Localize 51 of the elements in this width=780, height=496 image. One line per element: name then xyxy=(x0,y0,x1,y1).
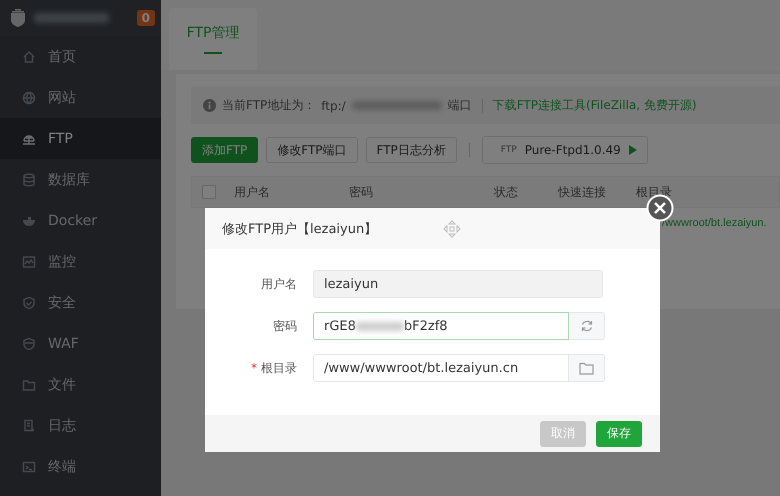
sidebar-item[interactable]: FTP xyxy=(0,118,161,159)
column-header: 用户名 xyxy=(234,184,271,200)
required-mark: * xyxy=(251,360,257,374)
house-icon xyxy=(22,50,36,64)
logo-icon xyxy=(10,9,26,27)
play-icon xyxy=(628,145,637,155)
chart-icon xyxy=(22,254,36,268)
folder-icon[interactable] xyxy=(569,354,605,382)
dialog-title: 修改FTP用户【lezaiyun】 xyxy=(222,220,378,238)
toolbar-button[interactable]: 修改FTP端口 xyxy=(266,137,358,163)
sidebar-item[interactable]: WAF xyxy=(0,323,161,364)
column-header: 状态 xyxy=(494,184,519,200)
database-icon xyxy=(22,172,36,186)
path-field[interactable]: /www/wwwroot/bt.lezaiyun.cn xyxy=(313,354,569,382)
shield-icon xyxy=(22,336,36,350)
info-text: 当前FTP地址为： xyxy=(222,97,316,114)
field-label: 根目录 xyxy=(261,360,297,374)
column-header: 密码 xyxy=(349,184,374,200)
move-icon[interactable] xyxy=(443,220,461,238)
sidebar-item[interactable]: 终端 xyxy=(0,446,161,487)
sidebar-item[interactable]: 安全 xyxy=(0,282,161,323)
field-label: 用户名 xyxy=(261,276,297,290)
shield-icon xyxy=(22,296,36,310)
sidebar-item[interactable]: 监控 xyxy=(0,241,161,282)
sidebar-item[interactable]: 首页 xyxy=(0,36,161,77)
terminal-icon xyxy=(22,460,36,474)
toolbar-button[interactable]: FTP日志分析 xyxy=(366,137,457,163)
save-button[interactable]: 保存 xyxy=(596,420,642,446)
info-icon xyxy=(203,99,216,112)
download-link[interactable]: 下载FTP连接工具(FileZilla, 免费开源) xyxy=(492,97,697,114)
root-path-link[interactable]: /wwwroot/bt.lezaiyun. xyxy=(662,217,767,229)
sidebar-item[interactable]: Docker xyxy=(0,200,161,241)
port-label: 端口 xyxy=(448,97,472,114)
folder-icon xyxy=(22,378,36,392)
password-field[interactable]: rGE8 bF2zf8 xyxy=(313,312,569,340)
toolbar-button[interactable]: 添加FTP xyxy=(191,137,258,163)
sidebar-item[interactable]: 数据库 xyxy=(0,159,161,200)
select-all-checkbox[interactable] xyxy=(202,185,216,199)
sidebar-item[interactable]: 日志 xyxy=(0,405,161,446)
sidebar-item[interactable]: 网站 xyxy=(0,77,161,118)
field-label: 密码 xyxy=(273,318,297,332)
globe-icon xyxy=(22,90,36,104)
column-header: 快速连接 xyxy=(558,184,607,200)
tab[interactable]: FTP管理 xyxy=(169,8,257,70)
notification-badge[interactable]: 0 xyxy=(136,10,155,26)
username-field[interactable]: lezaiyun xyxy=(313,270,603,298)
refresh-icon[interactable] xyxy=(569,312,605,340)
server-button[interactable]: FTP Pure-Ftpd1.0.49 xyxy=(482,136,648,164)
document-icon xyxy=(22,418,36,432)
sidebar-item[interactable]: 文件 xyxy=(0,364,161,405)
ftp-scheme: ftp:/ xyxy=(321,98,346,112)
